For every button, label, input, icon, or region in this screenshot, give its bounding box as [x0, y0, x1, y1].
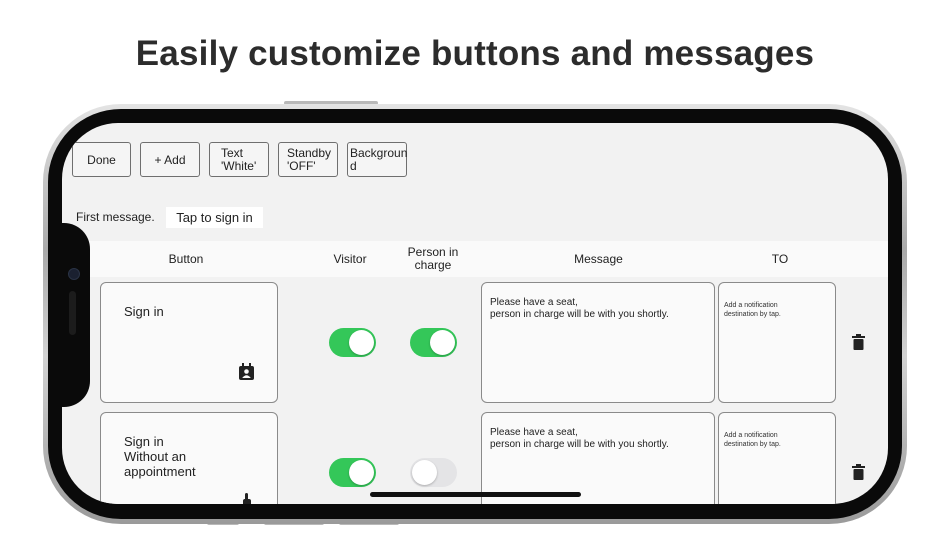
toggle-knob — [430, 330, 455, 355]
person-in-charge-toggle[interactable] — [410, 458, 457, 487]
row-button-label: Sign in Without an appointment — [124, 434, 196, 479]
toggle-knob — [349, 330, 374, 355]
header-to: TO — [771, 251, 789, 266]
app-screen: Done + Add Text 'White' Standby 'OFF' Ba… — [62, 123, 888, 504]
contact-calendar-icon — [239, 363, 254, 380]
add-button[interactable]: + Add — [140, 142, 200, 177]
header-person-in-charge: Person in charge — [407, 245, 459, 272]
header-visitor: Visitor — [333, 251, 367, 266]
table-row-button-card[interactable]: Sign in Without an appointment — [100, 412, 278, 504]
table-row-button-card[interactable]: Sign in — [100, 282, 278, 403]
to-field[interactable]: Add a notification destination by tap. — [718, 282, 836, 403]
to-text: Add a notification destination by tap. — [724, 302, 781, 318]
camera-icon — [68, 268, 80, 280]
speaker-grille — [69, 291, 76, 335]
table-header: Button Visitor Person in charge Message … — [62, 241, 888, 277]
first-message-input[interactable]: Tap to sign in — [166, 207, 263, 228]
message-field[interactable]: Please have a seat, person in charge wil… — [481, 412, 715, 504]
toggle-knob — [349, 460, 374, 485]
message-text: Please have a seat, person in charge wil… — [490, 297, 669, 320]
visitor-toggle[interactable] — [329, 458, 376, 487]
trash-icon[interactable] — [852, 334, 865, 350]
trash-icon[interactable] — [852, 464, 865, 480]
first-message-label: First message. — [76, 210, 155, 224]
standby-button[interactable]: Standby 'OFF' — [278, 142, 338, 177]
message-field[interactable]: Please have a seat, person in charge wil… — [481, 282, 715, 403]
message-text: Please have a seat, person in charge wil… — [490, 427, 669, 450]
header-button: Button — [168, 251, 204, 266]
home-indicator[interactable] — [370, 492, 581, 497]
toggle-knob — [412, 460, 437, 485]
visitor-toggle[interactable] — [329, 328, 376, 357]
headline: Easily customize buttons and messages — [135, 34, 815, 73]
person-in-charge-toggle[interactable] — [410, 328, 457, 357]
to-text: Add a notification destination by tap. — [724, 432, 781, 448]
phone-notch — [62, 223, 90, 407]
to-field[interactable]: Add a notification destination by tap. — [718, 412, 836, 504]
done-button[interactable]: Done — [72, 142, 131, 177]
tap-hand-icon — [243, 493, 251, 504]
text-color-button[interactable]: Text 'White' — [209, 142, 269, 177]
background-button[interactable]: Backgroun d — [347, 142, 407, 177]
row-button-label: Sign in — [124, 304, 164, 319]
header-message: Message — [574, 251, 623, 266]
